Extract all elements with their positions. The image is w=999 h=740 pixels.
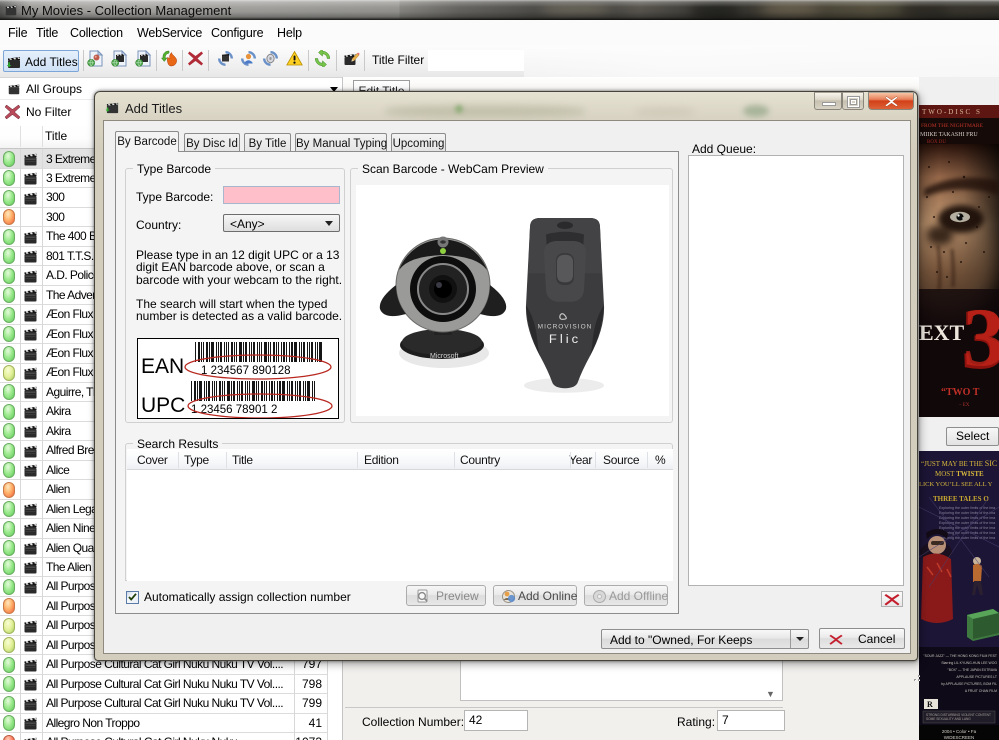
svg-text:Exploring the outer limits of: Exploring the outer limits of the ima [939, 506, 995, 510]
svg-text:FROM THE NIGHTMARE: FROM THE NIGHTMARE [921, 123, 984, 129]
svg-text:MICROVISION: MICROVISION [538, 324, 593, 331]
svg-text:2004 • Color • Fa: 2004 • Color • Fa [942, 729, 977, 734]
svg-text:EXT: EXT [919, 320, 965, 345]
svg-text:R: R [927, 700, 933, 709]
svg-text:MOST TWISTE: MOST TWISTE [935, 470, 984, 478]
svg-text:by APPLAUSE PICTURES, BOM FIL: by APPLAUSE PICTURES, BOM FIL [941, 682, 997, 686]
svg-text:"SOUR JAZZ" — THE HONG KONG FI: "SOUR JAZZ" — THE HONG KONG FILM FEST [923, 654, 997, 658]
svg-text:EAN: EAN [141, 355, 184, 378]
svg-text:"BOX" — THE JAPAN EXTRAVA: "BOX" — THE JAPAN EXTRAVA [948, 668, 998, 672]
svg-text:“JUST MAY BE THE SIC: “JUST MAY BE THE SIC [921, 459, 997, 468]
svg-text:“TWO T: “TWO T [941, 387, 980, 398]
svg-text:3: 3 [963, 291, 999, 384]
svg-text:MIIKE TAKASHI FRU: MIIKE TAKASHI FRU [920, 132, 978, 138]
svg-text:APPLAUSE PICTURES LT: APPLAUSE PICTURES LT [956, 675, 997, 679]
svg-text:A FRUIT CHAN FILM: A FRUIT CHAN FILM [965, 689, 997, 693]
svg-text:WIDESCREEN: WIDESCREEN [944, 735, 975, 740]
svg-text:Flic: Flic [549, 333, 581, 346]
svg-text:Microsoft: Microsoft [430, 353, 458, 360]
svg-text:SOME SEXUALITY AND LANG: SOME SEXUALITY AND LANG [926, 717, 971, 721]
svg-text:1 234567 890128: 1 234567 890128 [201, 365, 291, 377]
svg-text:– EX: – EX [958, 403, 970, 408]
svg-text:LICK YOU’LL SEE ALL Y: LICK YOU’LL SEE ALL Y [919, 481, 993, 488]
svg-text:TWO-DISC S: TWO-DISC S [922, 108, 982, 116]
svg-text:UPC: UPC [141, 394, 185, 417]
svg-text:THREE TALES O: THREE TALES O [933, 495, 989, 503]
svg-text:Exploring the outer limits of: Exploring the outer limits of the ima [939, 516, 995, 520]
svg-text:Starring LIL KYUNG-HUN LEE WO: Starring LIL KYUNG-HUN LEE WOO [941, 661, 997, 665]
